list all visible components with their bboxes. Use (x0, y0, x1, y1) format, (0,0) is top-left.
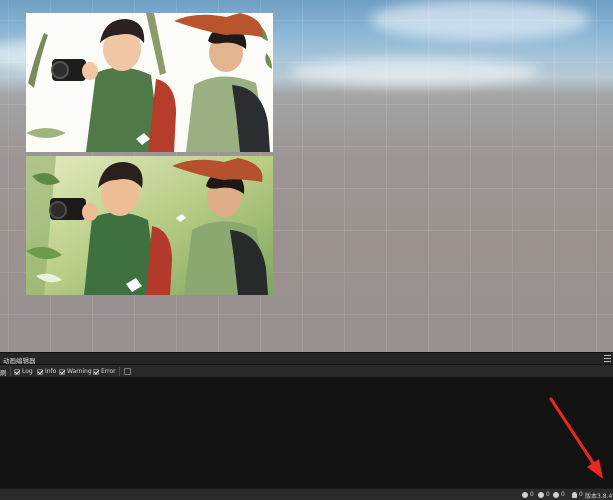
filter-warning-label: Warning (67, 368, 92, 375)
warning-count[interactable]: 0 (538, 491, 550, 498)
boys-photographing-illustration (26, 13, 272, 152)
console-panel-header: 动画编辑器 (0, 352, 613, 365)
bell-icon (572, 491, 577, 498)
checkbox-icon[interactable] (59, 368, 65, 375)
checkbox-icon[interactable] (93, 368, 99, 375)
scene-viewport[interactable] (0, 0, 613, 352)
clear-button[interactable]: 刷 (0, 367, 7, 377)
notification-count[interactable]: 0 (572, 491, 583, 498)
sprite-image-bottom[interactable] (26, 156, 273, 295)
error-count[interactable]: 0 (553, 491, 565, 498)
panel-tab-title[interactable]: 动画编辑器 (3, 355, 36, 365)
info-count[interactable]: 0 (522, 491, 534, 498)
checkbox-icon[interactable] (14, 368, 20, 375)
collapse-icon[interactable] (124, 368, 131, 375)
filter-warning[interactable]: Warning (59, 367, 92, 376)
warning-icon (538, 491, 544, 498)
boys-forest-illustration (26, 156, 273, 295)
filter-log[interactable]: Log (14, 367, 33, 376)
info-icon (522, 491, 528, 498)
console-output[interactable] (0, 378, 613, 488)
version-label: 版本3.8.4 (585, 493, 613, 500)
sprite-image-top[interactable] (26, 13, 273, 152)
filter-error-label: Error (101, 368, 116, 375)
filter-log-label: Log (22, 368, 33, 375)
filter-info-label: Info (45, 368, 57, 375)
error-icon (553, 491, 559, 498)
toolbar-divider (119, 367, 120, 376)
checkbox-icon[interactable] (37, 368, 43, 375)
red-arrow-annotation (549, 397, 603, 479)
panel-menu-icon[interactable] (604, 355, 611, 362)
toolbar-divider (10, 367, 11, 376)
status-bar: 0 0 0 0 版本3.8.4 (0, 488, 613, 500)
filter-info[interactable]: Info (37, 367, 56, 376)
filter-error[interactable]: Error (93, 367, 116, 376)
console-toolbar: 刷 Log Info Warning Error (0, 365, 613, 378)
